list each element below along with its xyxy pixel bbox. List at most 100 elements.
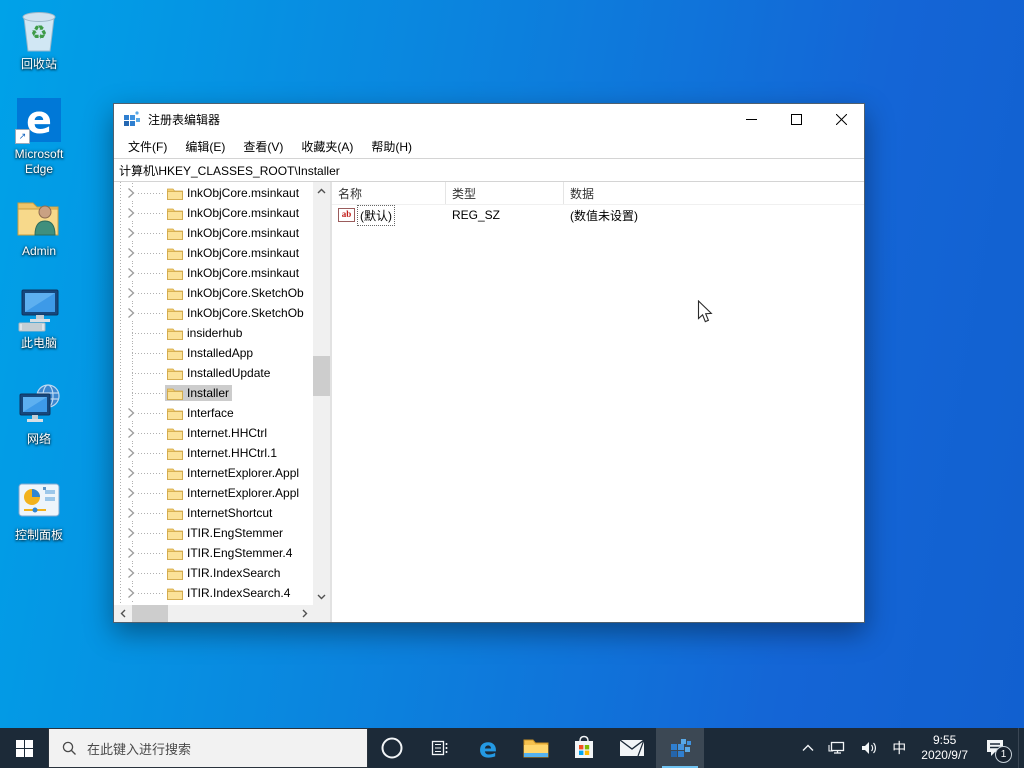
tree-item[interactable]: Interface [114,403,313,423]
address-bar[interactable]: 计算机\HKEY_CLASSES_ROOT\Installer [114,158,864,182]
chevron-right-icon[interactable] [125,207,137,219]
maximize-button[interactable] [774,104,819,134]
tree-item[interactable]: Installer [114,383,313,403]
desktop-icon-recycle-bin[interactable]: ♻ 回收站 [0,6,78,72]
taskbar-registry-editor-button[interactable] [656,728,704,768]
volume-icon[interactable] [853,728,885,768]
scroll-left-arrow-icon[interactable] [114,605,131,622]
tree-item[interactable]: InkObjCore.msinkaut [114,183,313,203]
action-center-button[interactable]: 1 [976,728,1018,768]
desktop-icon-column: ♻ 回收站 e ↗ Microsoft Edge Admin 此电脑 网络 控制… [0,6,78,543]
tree-item[interactable]: Internet.HHCtrl [114,423,313,443]
chevron-right-icon[interactable] [125,407,137,419]
taskbar-file-explorer-button[interactable] [512,728,560,768]
tree-item[interactable]: InkObjCore.msinkaut [114,223,313,243]
taskbar-store-button[interactable] [560,728,608,768]
scroll-right-arrow-icon[interactable] [296,605,313,622]
scrollbar-corner [313,605,330,622]
tree-item[interactable]: InkObjCore.msinkaut [114,263,313,283]
desktop-icon-admin[interactable]: Admin [0,193,78,259]
menu-help[interactable]: 帮助(H) [362,135,421,158]
chevron-right-icon[interactable] [125,247,137,259]
tree-item[interactable]: ITIR.IndexSearch.4 [114,583,313,603]
show-desktop-button[interactable] [1018,728,1024,768]
tree-item[interactable]: InkObjCore.msinkaut [114,203,313,223]
folder-icon [167,248,183,260]
chevron-right-icon[interactable] [125,187,137,199]
desktop-icon-control-panel[interactable]: 控制面板 [0,477,78,543]
chevron-right-icon[interactable] [125,547,137,559]
registry-tree-pane[interactable]: InkObjCore.msinkaut InkObjCore.msinkaut … [114,182,332,622]
tree-item[interactable]: ITIR.EngStemmer.4 [114,543,313,563]
folder-icon [167,348,183,360]
close-button[interactable] [819,104,864,134]
chevron-right-icon[interactable] [125,447,137,459]
task-view-button[interactable] [416,728,464,768]
tree-item[interactable]: InternetExplorer.Appl [114,483,313,503]
tree-item[interactable]: InkObjCore.SketchOb [114,283,313,303]
chevron-right-icon[interactable] [125,287,137,299]
scroll-down-arrow-icon[interactable] [313,588,330,605]
chevron-right-icon[interactable] [125,427,137,439]
taskbar-clock[interactable]: 9:55 2020/9/7 [913,728,976,768]
tree-item[interactable]: ITIR.EngStemmer [114,523,313,543]
start-button[interactable] [0,728,48,768]
cortana-button[interactable] [368,728,416,768]
minimize-button[interactable] [729,104,774,134]
tree-item[interactable]: InkObjCore.SketchOb [114,303,313,323]
folder-icon [167,228,183,240]
chevron-right-icon[interactable] [125,527,137,539]
taskbar-search-input[interactable]: 在此键入进行搜索 [48,728,368,768]
ime-indicator[interactable]: 中 [885,728,913,768]
chevron-right-icon[interactable] [125,267,137,279]
menu-file[interactable]: 文件(F) [119,135,176,158]
desktop-icon-network[interactable]: 网络 [0,381,78,447]
tree-item[interactable]: InkObjCore.msinkaut [114,243,313,263]
desktop-icon-edge[interactable]: e ↗ Microsoft Edge [0,96,78,177]
tree-item[interactable]: Internet.HHCtrl.1 [114,443,313,463]
tree-item[interactable]: ITIR.IndexSearch [114,563,313,583]
tree-item[interactable]: InternetExplorer.Appl [114,463,313,483]
taskbar-mail-button[interactable] [608,728,656,768]
titlebar[interactable]: 注册表编辑器 [114,104,864,134]
chevron-right-icon[interactable] [125,487,137,499]
tree-guide-line [132,393,165,394]
folder-icon [167,548,183,560]
tree-item-label: InkObjCore.msinkaut [187,226,300,240]
chevron-right-icon[interactable] [125,507,137,519]
tray-expand-button[interactable] [795,728,821,768]
tree-item[interactable]: insiderhub [114,323,313,343]
network-status-icon[interactable] [821,728,853,768]
chevron-right-icon[interactable] [125,467,137,479]
desktop-icon-this-pc[interactable]: 此电脑 [0,285,78,351]
tree-vertical-scrollbar[interactable] [313,182,330,605]
tree-item[interactable]: InternetShortcut [114,503,313,523]
menu-favorites[interactable]: 收藏夹(A) [292,135,362,158]
tree-guide-line [132,373,165,374]
menu-view[interactable]: 查看(V) [234,135,292,158]
scroll-up-arrow-icon[interactable] [313,182,330,199]
registry-value-row[interactable]: ab (默认) REG_SZ (数值未设置) [332,204,864,226]
tree-item-label: InkObjCore.msinkaut [187,186,300,200]
column-header-type[interactable]: 类型 [446,182,564,204]
registry-values-pane[interactable]: 名称 类型 数据 ab (默认) REG_SZ (数值未设置) [332,182,864,622]
tree-item[interactable]: InstalledUpdate [114,363,313,383]
chevron-right-icon[interactable] [125,307,137,319]
vertical-scroll-thumb[interactable] [313,356,330,396]
menu-edit[interactable]: 编辑(E) [176,135,234,158]
chevron-right-icon[interactable] [125,587,137,599]
tree-item[interactable]: InstalledApp [114,343,313,363]
window-title: 注册表编辑器 [148,112,221,127]
tree-horizontal-scrollbar[interactable] [114,605,313,622]
column-header-data[interactable]: 数据 [564,182,864,204]
chevron-right-icon[interactable] [125,227,137,239]
tree-item-label: InstalledUpdate [187,366,271,380]
clock-date: 2020/9/7 [921,748,968,762]
horizontal-scroll-thumb[interactable] [132,605,168,622]
folder-icon [167,368,183,380]
value-name[interactable]: (默认) [357,204,395,226]
column-header-name[interactable]: 名称 [332,182,446,204]
microsoft-store-icon [575,735,593,758]
taskbar-edge-button[interactable]: e [464,728,512,768]
chevron-right-icon[interactable] [125,567,137,579]
